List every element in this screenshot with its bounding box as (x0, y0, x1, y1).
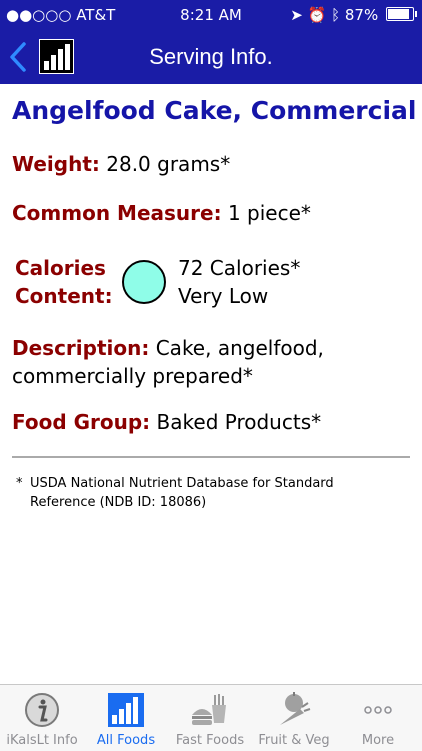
tab-fruit-veg[interactable]: Fruit & Veg (252, 685, 336, 751)
bluetooth-icon: ᛒ (331, 6, 341, 24)
food-name: Angelfood Cake, Commercial (12, 96, 417, 125)
tab-label: iKalsLt Info (6, 733, 78, 748)
weight-label: Weight: (12, 152, 100, 176)
info-icon (25, 693, 59, 727)
footnote-text: USDA National Nutrient Database for Stan… (30, 476, 334, 510)
tab-fast-foods[interactable]: Fast Foods (168, 685, 252, 751)
status-right: ➤ ⏰ ᛒ 87% (290, 6, 417, 24)
footnote-star: * (16, 476, 23, 491)
battery-percent: 87% (344, 6, 379, 24)
divider (12, 456, 410, 458)
measure-value: 1 piece* (227, 201, 311, 225)
tab-label: More (361, 733, 395, 748)
alarm-icon: ⏰ (307, 6, 327, 24)
calories-content: 72 Calories* Very Low (178, 254, 300, 310)
fast-food-icon (192, 694, 226, 725)
battery-icon (386, 7, 417, 21)
tab-label: Fruit & Veg (258, 733, 330, 748)
tab-more[interactable]: More (336, 685, 420, 751)
calorie-level-indicator (122, 260, 166, 304)
nav-title: Serving Info. (149, 44, 273, 69)
calories-value: 72 Calories* (178, 256, 301, 280)
measure-row: Common Measure: 1 piece* (12, 201, 311, 225)
tab-label: Fast Foods (175, 733, 245, 748)
food-group-row: Food Group: Baked Products* (12, 410, 321, 434)
measure-label: Common Measure: (12, 201, 222, 225)
location-icon: ➤ (290, 6, 303, 24)
calories-label: Calories Content: (15, 254, 113, 310)
calories-label-line2: Content: (15, 284, 113, 308)
bar-chart-icon (108, 693, 144, 727)
status-bar: ●●○○○ AT&T 8:21 AM ➤ ⏰ ᛒ 87% (0, 0, 422, 30)
description-row: Description: Cake, angelfood, commercial… (12, 334, 412, 390)
weight-row: Weight: 28.0 grams* (12, 152, 230, 176)
navigation-bar: ●●○○○ AT&T 8:21 AM ➤ ⏰ ᛒ 87% Serving Inf… (0, 0, 422, 84)
tab-bar: iKalsLt Info All Foods Fast Foods Fruit … (0, 684, 422, 751)
calories-level: Very Low (178, 284, 269, 308)
more-icon (364, 706, 392, 714)
tab-label: All Foods (96, 733, 156, 748)
food-group-value: Baked Products* (156, 410, 322, 434)
calories-label-line1: Calories (15, 256, 106, 280)
fruit-veg-icon (280, 692, 311, 725)
tab-all-foods[interactable]: All Foods (84, 685, 168, 751)
tab-ikalslt-info[interactable]: iKalsLt Info (0, 685, 84, 751)
footnote: * USDA National Nutrient Database for St… (16, 474, 376, 512)
food-group-label: Food Group: (12, 410, 151, 434)
weight-value: 28.0 grams* (106, 152, 231, 176)
description-label: Description: (12, 336, 150, 360)
